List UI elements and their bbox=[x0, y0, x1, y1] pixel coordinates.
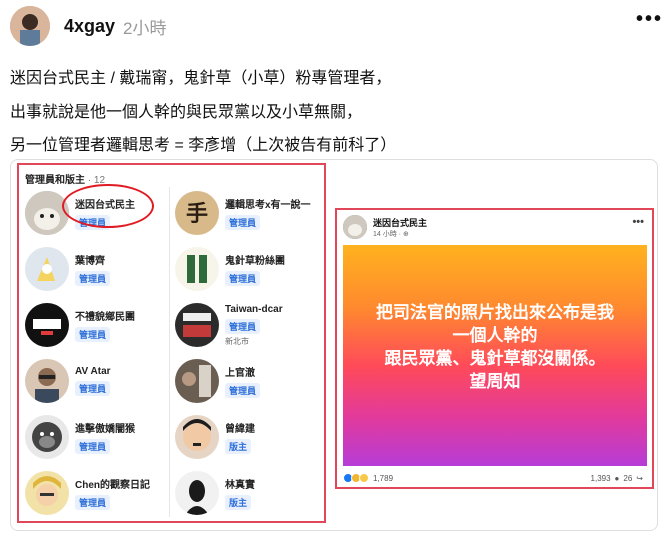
admin-item: 曾緯建 版主 bbox=[175, 415, 255, 459]
admin-name: 葉博齊 bbox=[75, 256, 105, 267]
admin-item: 林真實 版主 bbox=[175, 471, 255, 515]
admin-role-badge: 管理員 bbox=[225, 271, 261, 286]
admin-location: 新北市 bbox=[225, 336, 249, 346]
banner-line: 跟民眾黨、鬼針草都沒關係。 bbox=[384, 349, 606, 368]
admin-item: 不禮貌鄉民團 管理員 bbox=[25, 303, 135, 347]
wow-reaction-icon bbox=[359, 473, 369, 483]
banner-line: 把司法官的照片找出來公布是我 bbox=[376, 303, 614, 322]
post-header: 4xgay 2小時 bbox=[10, 6, 661, 46]
text-banner: 把司法官的照片找出來公布是我 一個人幹的 跟民眾黨、鬼針草都沒關係。 望周知 bbox=[343, 245, 647, 466]
photo-avatar-icon bbox=[175, 359, 219, 403]
poster-avatar-icon bbox=[175, 303, 219, 347]
shares-count: 26 bbox=[623, 473, 633, 483]
bird-avatar-icon bbox=[25, 247, 69, 291]
admin-title-text: 管理員和版主 bbox=[25, 175, 85, 186]
admin-item: 進擊傲嬌闇猴 管理員 bbox=[25, 415, 135, 459]
admin-item: AV Atar 管理員 bbox=[25, 359, 111, 403]
admin-item: Taiwan-dcar 管理員新北市 bbox=[175, 303, 283, 347]
admin-name: 上官澈 bbox=[225, 368, 255, 379]
fb-post-time: 14 小時 · ⊕ bbox=[373, 229, 427, 239]
share-icon: ↪ bbox=[636, 473, 643, 483]
fb-post-footer: 1,789 1,393 ● 26 ↪ bbox=[343, 470, 647, 486]
admin-name: 曾緯建 bbox=[225, 424, 255, 435]
banner-line: 望周知 bbox=[469, 372, 521, 391]
admin-role-badge: 管理員 bbox=[75, 495, 111, 510]
admin-role-badge: 管理員 bbox=[75, 381, 111, 396]
banner-line: 一個人幹的 bbox=[452, 326, 538, 345]
dog-avatar-icon bbox=[343, 215, 367, 239]
post-time: 2小時 bbox=[123, 18, 167, 38]
admin-role-badge: 管理員 bbox=[75, 439, 111, 454]
admin-name: 林真實 bbox=[225, 480, 255, 491]
post-text-line-1: 迷因台式民主 / 戴瑞甯，鬼針草（小草）粉專管理者， bbox=[10, 70, 392, 87]
admin-item: 葉博齊 管理員 bbox=[25, 247, 111, 291]
fb-page-name: 迷因台式民主 bbox=[373, 217, 428, 228]
globe-icon: ⊕ bbox=[402, 230, 409, 238]
admin-list-title: 管理員和版主 · 12 bbox=[25, 171, 105, 186]
admin-item: 鬼針草粉絲團 管理員 bbox=[175, 247, 285, 291]
post-text-line-2: 出事就說是他一個人幹的與民眾黨以及小草無關， bbox=[10, 104, 363, 121]
admin-role-badge: 管理員 bbox=[225, 383, 261, 398]
admin-item: 上官澈 管理員 bbox=[175, 359, 261, 403]
username[interactable]: 4xgay bbox=[64, 16, 115, 37]
person-avatar-icon bbox=[25, 359, 69, 403]
admin-name: AV Atar bbox=[75, 366, 111, 377]
gorilla-avatar-icon bbox=[25, 415, 69, 459]
face-avatar-icon bbox=[175, 415, 219, 459]
fb-time-text: 14 小時 · bbox=[373, 230, 403, 238]
admin-item: 手 邏輯思考x有一說一管理員 bbox=[175, 191, 311, 235]
fb-post-header: 迷因台式民主 14 小時 · ⊕ bbox=[343, 214, 427, 240]
admin-role-badge: 管理員 bbox=[75, 271, 111, 286]
user-avatar[interactable] bbox=[10, 6, 50, 46]
comment-icon: ● bbox=[614, 473, 620, 483]
more-dots-icon: ••• bbox=[632, 216, 644, 228]
column-divider bbox=[169, 187, 170, 517]
admin-role-badge: 管理員 bbox=[225, 318, 261, 334]
admin-name: 鬼針草粉絲團 bbox=[225, 256, 285, 267]
more-dots-icon[interactable]: ••• bbox=[636, 8, 663, 31]
calligraphy-avatar-icon: 手 bbox=[175, 191, 219, 235]
reactions-count: 1,789 bbox=[373, 473, 394, 483]
admin-name: 不禮貌鄉民團 bbox=[75, 312, 135, 323]
anime-avatar-icon bbox=[25, 471, 69, 515]
admin-role-badge: 管理員 bbox=[75, 327, 111, 342]
admin-item: Chen的觀察日記管理員 bbox=[25, 471, 150, 515]
fanclub-logo-avatar-icon bbox=[175, 247, 219, 291]
admin-role-badge: 版主 bbox=[225, 495, 252, 510]
admin-role-badge: 管理員 bbox=[225, 215, 261, 230]
post-text-line-3: 另一位管理者邏輯思考 = 李彥增（上次被告有前科了） bbox=[10, 137, 397, 154]
text-logo-avatar-icon bbox=[25, 303, 69, 347]
comments-count: 1,393 bbox=[590, 473, 611, 483]
admin-role-badge: 版主 bbox=[225, 439, 252, 454]
fb-post-screenshot[interactable]: 迷因台式民主 14 小時 · ⊕ ••• 把司法官的照片找出來公布是我 一個人幹… bbox=[335, 208, 654, 489]
dog-avatar-icon bbox=[25, 191, 69, 235]
admin-name: Taiwan-dcar bbox=[225, 303, 283, 315]
admin-list-screenshot[interactable]: 管理員和版主 · 12 迷因台式民主 管理員 葉博齊 管理員 不禮貌鄉民團 管理員 A… bbox=[17, 163, 326, 523]
admin-name: 邏輯思考x有一說一 bbox=[225, 200, 311, 211]
admin-name: Chen的觀察日記 bbox=[75, 480, 150, 491]
admin-name: 進擊傲嬌闇猴 bbox=[75, 424, 135, 435]
red-circle-highlight bbox=[62, 184, 154, 228]
banner-text: 把司法官的照片找出來公布是我 一個人幹的 跟民眾黨、鬼針草都沒關係。 望周知 bbox=[343, 301, 647, 393]
svg-text:手: 手 bbox=[186, 202, 208, 227]
silhouette-avatar-icon bbox=[175, 471, 219, 515]
